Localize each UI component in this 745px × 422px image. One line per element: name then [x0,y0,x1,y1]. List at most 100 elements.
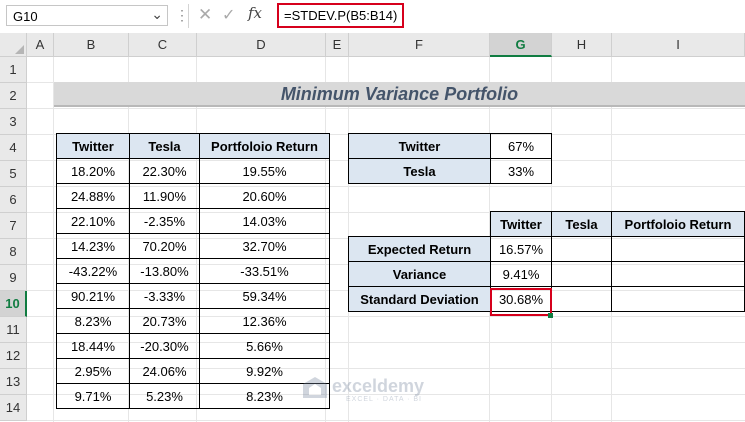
table-cell[interactable]: 24.06% [129,358,200,384]
table-cell[interactable]: 18.44% [56,333,130,359]
weight-value[interactable]: 67% [490,133,552,159]
row-header-1[interactable]: 1 [0,57,27,83]
stats-header-twitter[interactable]: Twitter [490,211,552,237]
table-cell[interactable]: 9.71% [56,383,130,409]
table-cell[interactable]: 59.34% [199,283,330,309]
more-options-icon[interactable]: ⋮ [175,7,189,24]
stats-label[interactable]: Expected Return [348,236,491,262]
stats-portfolio-value[interactable] [611,286,745,312]
table-row: Twitter 67% [348,133,552,159]
table-cell[interactable]: 14.23% [56,233,130,259]
table-cell[interactable]: -13.80% [129,258,200,284]
table-row: 18.44% -20.30% 5.66% [56,333,330,359]
column-header-d[interactable]: D [197,33,326,57]
stats-portfolio-value[interactable] [611,236,745,262]
table-row: 9.71% 5.23% 8.23% [56,383,330,409]
stats-twitter-value[interactable]: 30.68% [490,286,552,312]
table-cell[interactable]: 18.20% [56,158,130,184]
table-cell[interactable]: 19.55% [199,158,330,184]
row-header-2[interactable]: 2 [0,83,27,109]
column-header-f[interactable]: F [349,33,490,57]
fill-handle[interactable] [548,313,553,318]
table-cell[interactable]: 90.21% [56,283,130,309]
stats-portfolio-value[interactable] [611,261,745,287]
table-cell[interactable]: 20.73% [129,308,200,334]
table-cell[interactable]: 8.23% [56,308,130,334]
row-header-10[interactable]: 10 [0,291,27,317]
table-cell[interactable]: -43.22% [56,258,130,284]
row-header-8[interactable]: 8 [0,239,27,265]
column-header-h[interactable]: H [552,33,612,57]
column-header-a[interactable]: A [27,33,54,57]
table-cell[interactable]: 2.95% [56,358,130,384]
row-header-4[interactable]: 4 [0,135,27,161]
stats-tesla-value[interactable] [551,286,612,312]
table-row: Expected Return 16.57% [348,236,745,262]
table-cell[interactable]: -33.51% [199,258,330,284]
table-cell[interactable]: 24.88% [56,183,130,209]
table-cell[interactable]: 11.90% [129,183,200,209]
formula-input[interactable]: =STDEV.P(B5:B14) [277,3,405,28]
row-header-6[interactable]: 6 [0,187,27,213]
table-cell[interactable]: 70.20% [129,233,200,259]
row-header-11[interactable]: 11 [0,317,27,343]
weight-label[interactable]: Twitter [348,133,491,159]
column-header-e[interactable]: E [326,33,349,57]
enter-check-icon[interactable]: ✓ [222,5,235,25]
table-row: 14.23% 70.20% 32.70% [56,233,330,259]
header-tesla[interactable]: Tesla [129,133,200,159]
stats-label[interactable]: Variance [348,261,491,287]
gridline [27,420,745,421]
column-header-g[interactable]: G [490,33,552,57]
chevron-down-icon[interactable]: ⌄ [151,6,163,23]
table-cell[interactable]: 22.10% [56,208,130,234]
divider [188,4,189,28]
header-twitter[interactable]: Twitter [56,133,130,159]
weight-label[interactable]: Tesla [348,158,491,184]
table-row: 22.10% -2.35% 14.03% [56,208,330,234]
table-cell[interactable]: 12.36% [199,308,330,334]
header-portfolio-return[interactable]: Portfoloio Return [199,133,330,159]
row-header-13[interactable]: 13 [0,369,27,395]
column-header-c[interactable]: C [129,33,197,57]
stats-header-tesla[interactable]: Tesla [551,211,612,237]
row-header-3[interactable]: 3 [0,109,27,135]
stats-twitter-value[interactable]: 16.57% [490,236,552,262]
table-cell[interactable]: -20.30% [129,333,200,359]
table-cell[interactable]: 5.66% [199,333,330,359]
table-row: Variance 9.41% [348,261,745,287]
table-cell[interactable]: 22.30% [129,158,200,184]
row-header-5[interactable]: 5 [0,161,27,187]
table-cell[interactable]: 20.60% [199,183,330,209]
table-cell[interactable]: 32.70% [199,233,330,259]
empty-cell[interactable] [348,211,491,237]
weight-value[interactable]: 33% [490,158,552,184]
watermark-brand: exceldemy [332,376,425,396]
row-header-7[interactable]: 7 [0,213,27,239]
table-cell[interactable]: 14.03% [199,208,330,234]
column-header-i[interactable]: I [612,33,745,57]
column-header-b[interactable]: B [54,33,129,57]
table-row: Tesla 33% [348,158,552,184]
table-row: 18.20% 22.30% 19.55% [56,158,330,184]
gridline [27,108,745,109]
select-all-corner[interactable] [0,33,27,57]
name-box[interactable]: G10 ⌄ [6,5,168,26]
weights-table: Twitter 67% Tesla 33% [348,133,552,184]
table-cell[interactable]: -2.35% [129,208,200,234]
row-header-12[interactable]: 12 [0,343,27,369]
table-row: Standard Deviation 30.68% [348,286,745,312]
stats-table: Twitter Tesla Portfoloio Return Expected… [348,211,745,312]
cancel-icon[interactable]: ✕ [198,5,212,25]
table-cell[interactable]: 5.23% [129,383,200,409]
table-cell[interactable]: -3.33% [129,283,200,309]
insert-function-icon[interactable]: fx [248,4,262,22]
row-header-9[interactable]: 9 [0,265,27,291]
stats-header-portfolio-return[interactable]: Portfoloio Return [611,211,745,237]
stats-twitter-value[interactable]: 9.41% [490,261,552,287]
stats-tesla-value[interactable] [551,261,612,287]
watermark: exceldemy EXCEL · DATA · BI [302,372,462,412]
stats-label[interactable]: Standard Deviation [348,286,491,312]
row-header-14[interactable]: 14 [0,395,27,421]
stats-tesla-value[interactable] [551,236,612,262]
